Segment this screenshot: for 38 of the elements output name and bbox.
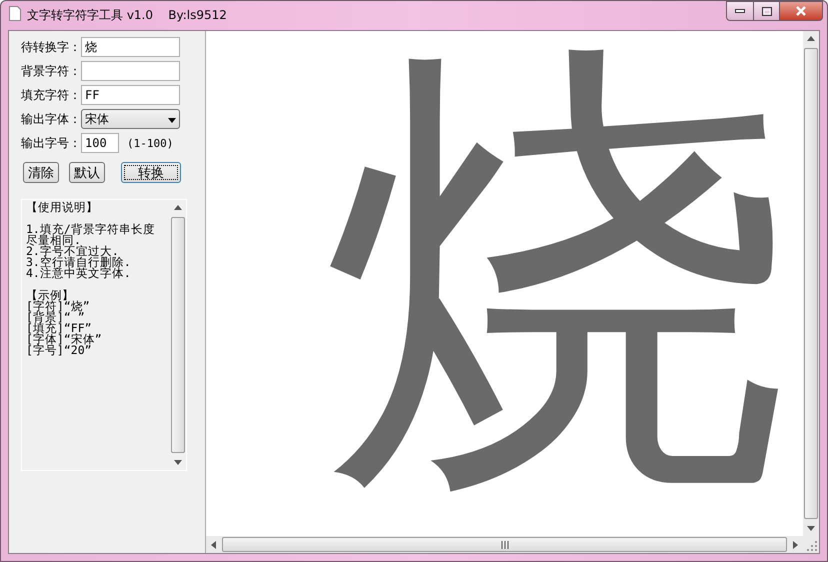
instruction-line: 3.空行请自行删除. (26, 257, 132, 268)
field-label: 背景字符： (21, 62, 79, 80)
size-field[interactable]: 100 (81, 133, 119, 153)
close-icon (795, 6, 807, 16)
instruction-line: 2.字号不宜过大. (26, 246, 119, 257)
font-dropdown[interactable]: 宋体 (81, 109, 180, 129)
window-title: 文字转字符字工具 v1.0 By:ls9512 (27, 7, 228, 24)
instruction-line: 1.填充/背景字符串长度尽量相同. (26, 224, 156, 246)
field-label: 输出字体： (21, 110, 79, 128)
character-art: 烧 (326, 39, 794, 507)
range-hint: (1-100) (127, 136, 174, 150)
instruction-line: [字符]“烧” (26, 301, 91, 312)
input-field[interactable]: FF (81, 85, 180, 105)
input-field[interactable] (81, 61, 180, 81)
scroll-thumb[interactable] (171, 217, 185, 453)
instruction-line: [字体]“宋体” (26, 334, 103, 345)
instruction-line: 【示例】 (26, 290, 74, 301)
instruction-line: 4.注意中英文字体. (26, 268, 132, 279)
close-button[interactable] (780, 1, 823, 21)
instruction-line: 【使用说明】 (26, 202, 99, 213)
field-label: 填充字符： (21, 86, 79, 104)
input-field[interactable]: 烧 (81, 37, 180, 57)
instructions-textarea[interactable]: 【使用说明】 1.填充/背景字符串长度尽量相同. 2.字号不宜过大. 3.空行请自行删除. 4.注意中英文字体. 【示例】 [字符]“烧” [背景]“ ” [填充]“FF” [字体]“宋体” [字号]“20” (21, 199, 187, 471)
instruction-line: [填充]“FF” (26, 323, 92, 334)
resize-grip-icon[interactable] (807, 541, 817, 551)
maximize-button[interactable] (754, 1, 780, 21)
scroll-thumb[interactable] (222, 537, 787, 552)
maximize-icon (762, 6, 772, 16)
scroll-thumb[interactable] (804, 48, 818, 519)
instruction-line: [字号]“20” (26, 345, 92, 356)
minimize-button[interactable] (726, 1, 754, 21)
action-button[interactable]: 转换 (121, 162, 181, 183)
field-label: 待转换字： (21, 38, 79, 56)
instruction-line: [背景]“ ” (26, 312, 85, 323)
field-label: 输出字号： (21, 134, 79, 152)
minimize-icon (735, 9, 745, 13)
action-button[interactable]: 清除 (23, 162, 59, 183)
action-button[interactable]: 默认 (69, 162, 105, 183)
